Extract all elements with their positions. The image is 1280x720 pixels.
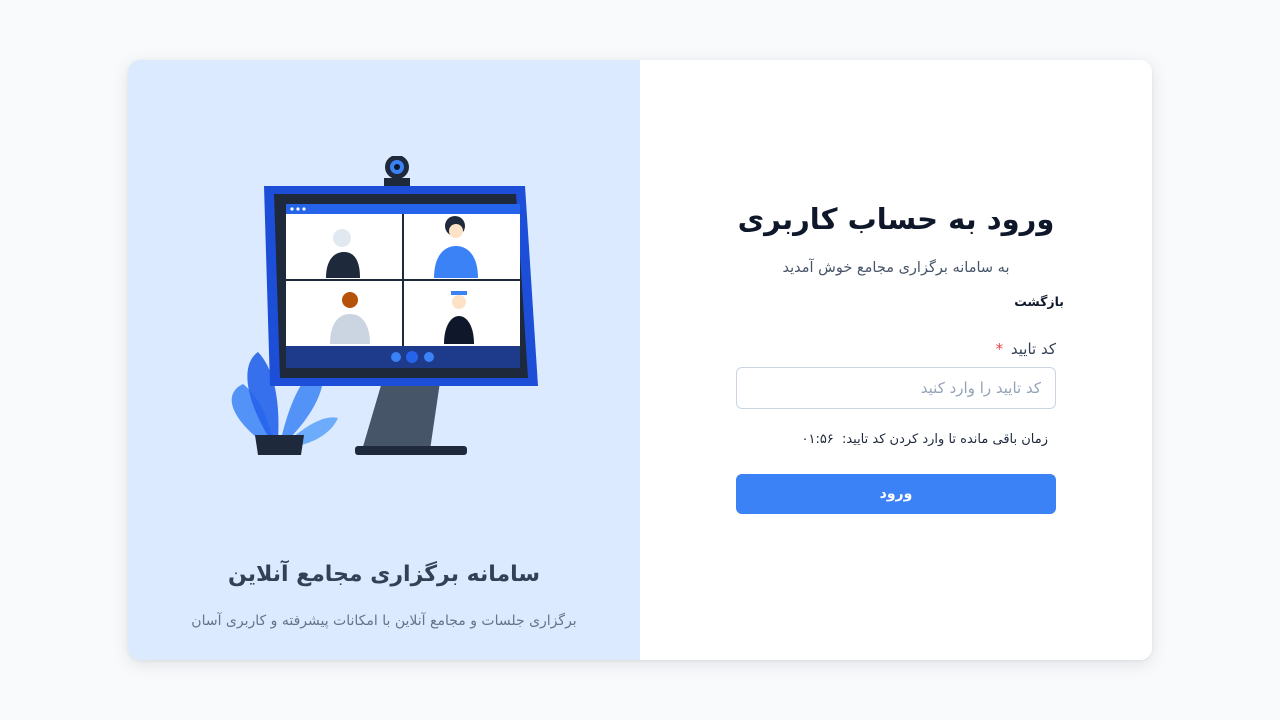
verification-code-input[interactable] <box>736 367 1056 409</box>
login-form-panel: ورود به حساب کاربری به سامانه برگزاری مج… <box>640 60 1152 660</box>
login-submit-button[interactable]: ورود <box>736 474 1056 514</box>
brand-panel: سامانه برگزاری مجامع آنلاین برگزاری جلسا… <box>128 60 640 660</box>
code-field-label: کد تایید * <box>996 340 1056 358</box>
timer-label: زمان باقی مانده تا وارد کردن کد تایید: <box>841 432 1048 447</box>
login-subtitle: به سامانه برگزاری مجامع خوش آمدید <box>782 260 1010 276</box>
login-title: ورود به حساب کاربری <box>737 202 1055 236</box>
brand-title: سامانه برگزاری مجامع آنلاین <box>227 562 541 587</box>
code-label-text: کد تایید <box>1010 340 1056 358</box>
brand-subtitle: برگزاری جلسات و مجامع آنلاین با امکانات … <box>191 613 577 629</box>
back-link[interactable]: بازگشت <box>1014 294 1064 309</box>
video-conference-illustration <box>231 156 538 455</box>
login-card: سامانه برگزاری مجامع آنلاین برگزاری جلسا… <box>128 60 1152 660</box>
countdown-timer: زمان باقی مانده تا وارد کردن کد تایید: ۰… <box>801 432 1048 447</box>
timer-value: ۰۱:۵۶ <box>801 432 834 447</box>
required-asterisk: * <box>995 340 1004 358</box>
